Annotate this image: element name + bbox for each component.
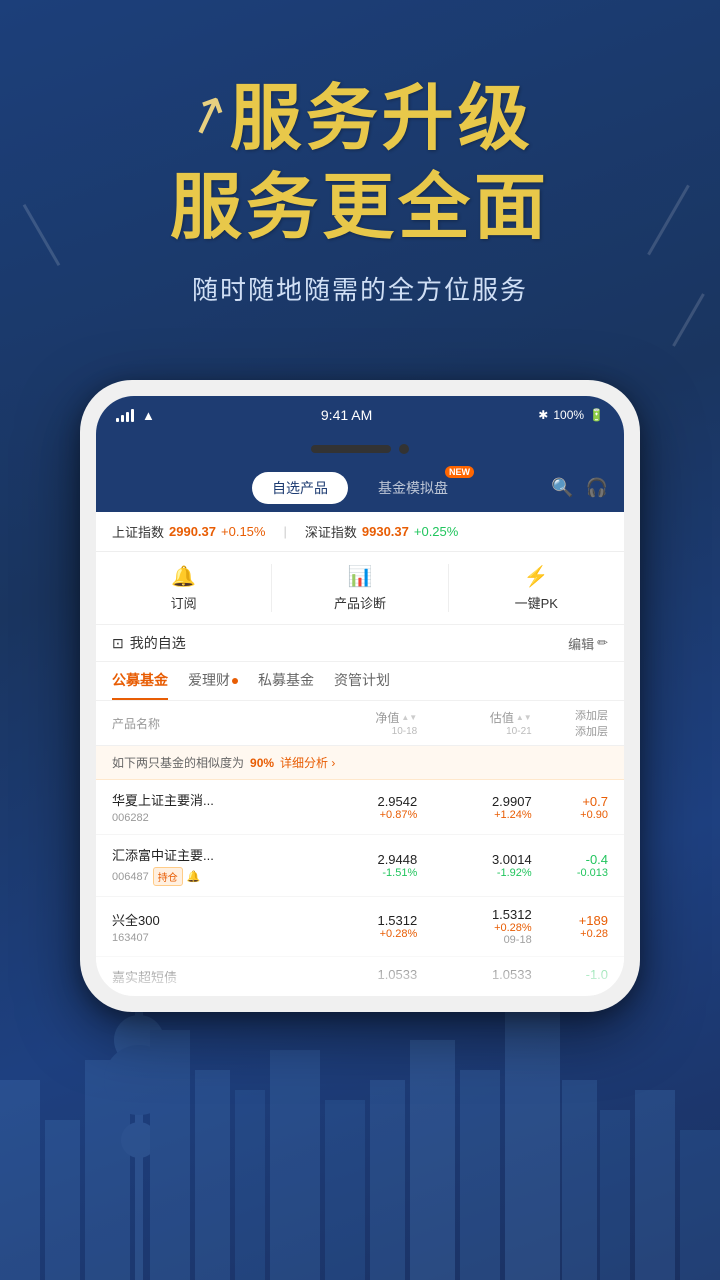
phone-mockup: ▲ 9:41 AM ✱ 100% 🔋 自选产品 基 [80,380,640,1012]
new-badge: NEW [445,466,474,478]
battery-text: 100% [553,408,584,422]
headline-line1: 服务升级 [230,80,534,159]
fund-row-1[interactable]: 华夏上证主要消... 006282 2.9542 +0.87% 2.9907 +… [96,780,624,835]
edit-button[interactable]: 编辑 ✏ [568,634,608,653]
tab-public-fund[interactable]: 公募基金 [112,670,168,700]
edit-icon: ✏ [597,635,608,651]
subscribe-icon: 🔔 [171,564,196,589]
signal-bar-1 [116,418,119,422]
market-ticker: 上证指数 2990.37 +0.15% | 深证指数 9930.37 +0.25… [96,512,624,552]
headset-icon[interactable]: 🎧 [586,478,608,499]
table-header: 产品名称 净值 ▲▼ 10-18 估值 ▲▼ 10-21 [96,701,624,746]
fund-nav-1: 2.9542 +0.87% [303,794,417,821]
shenzhen-label: 深证指数 [305,522,357,541]
signal-bar-4 [131,409,134,422]
nav-sort-icon: ▲▼ [401,714,417,722]
status-left: ▲ [116,408,155,423]
fund-add-1: +0.7 +0.90 [532,794,608,821]
fund-info-1: 华夏上证主要消... 006282 [112,790,303,824]
tab-wealth[interactable]: 爱理财 [188,670,238,700]
tab-private-fund[interactable]: 私募基金 [258,670,314,700]
ticker-shenzhen: 深证指数 9930.37 +0.25% [305,522,458,541]
action-subscribe[interactable]: 🔔 订阅 [96,564,272,612]
edit-label: 编辑 [568,634,594,653]
ticker-shanghai: 上证指数 2990.37 +0.15% [112,522,265,541]
pk-icon: ⚡ [524,564,549,589]
ticker-divider: | [283,524,286,539]
similarity-text: 如下两只基金的相似度为 [112,754,244,771]
action-bar: 🔔 订阅 📊 产品诊断 ⚡ 一键PK [96,552,624,625]
wealth-dot [232,678,238,684]
shanghai-change: +0.15% [221,524,265,539]
headline-line2: 服务更全面 [170,165,550,251]
tab-fund-simulator[interactable]: 基金模拟盘 NEW [358,472,468,504]
category-tabs: 公募基金 爱理财 私募基金 资管计划 [96,662,624,701]
col-header-est: 估值 ▲▼ 10-21 [417,709,531,737]
watchlist-icon: ⊡ [112,635,124,652]
analysis-link[interactable]: 详细分析 › [280,754,335,771]
col-header-add: 添加层 添加层 [532,707,608,739]
signal-bar-3 [126,412,129,422]
pk-label: 一键PK [515,593,558,612]
hold-tag: 持仓 [153,867,183,886]
fund-name-2: 汇添富中证主要... [112,845,303,864]
notch-speaker [311,445,391,453]
fund-code-2: 006487 持仓 🔔 [112,867,303,886]
bluetooth-icon: ✱ [538,408,548,422]
status-time: 9:41 AM [321,407,372,423]
header-icons: 🔍 🎧 [551,478,608,499]
signal-bar-2 [121,415,124,422]
wifi-icon: ▲ [142,408,155,423]
fund-code-1: 006282 [112,812,303,824]
watchlist-title-text: 我的自选 [130,633,186,653]
battery-icon: 🔋 [589,408,604,422]
diagnose-label: 产品诊断 [334,593,386,612]
phone-tab-bar: 自选产品 基金模拟盘 NEW 🔍 🎧 [96,464,624,512]
tab-watchlist[interactable]: 自选产品 [252,472,348,504]
bell-tag: 🔔 [187,870,201,883]
fund-add-2: -0.4 -0.013 [532,852,608,879]
similarity-alert: 如下两只基金的相似度为 90% 详细分析 › [96,746,624,780]
phone-notch [96,434,624,464]
est-sort-icon: ▲▼ [516,714,532,722]
diagnose-icon: 📊 [348,564,373,589]
col-header-nav: 净值 ▲▼ 10-18 [303,709,417,737]
shanghai-label: 上证指数 [112,522,164,541]
subscribe-label: 订阅 [171,593,197,612]
search-icon[interactable]: 🔍 [551,478,573,499]
fund-info-2: 汇添富中证主要... 006487 持仓 🔔 [112,845,303,886]
fund-nav-2: 2.9448 -1.51% [303,852,417,879]
watchlist-header: ⊡ 我的自选 编辑 ✏ [96,625,624,662]
similarity-percentage: 90% [250,756,274,770]
fund-name-1: 华夏上证主要消... [112,790,303,809]
action-diagnose[interactable]: 📊 产品诊断 [272,564,448,612]
status-bar: ▲ 9:41 AM ✱ 100% 🔋 [96,396,624,434]
notch-camera [399,444,409,454]
fund-est-1: 2.9907 +1.24% [417,794,531,821]
action-pk[interactable]: ⚡ 一键PK [449,564,624,612]
tab-asset-plan[interactable]: 资管计划 [334,670,390,700]
fund-row-2[interactable]: 汇添富中证主要... 006487 持仓 🔔 2.9448 -1.51% 3.0… [96,835,624,897]
shenzhen-value: 9930.37 [362,524,409,539]
fund-name-3: 兴全300 [112,910,303,929]
shenzhen-change: +0.25% [414,524,458,539]
status-right: ✱ 100% 🔋 [538,408,604,422]
shanghai-value: 2990.37 [169,524,216,539]
phone-fade [96,936,624,996]
subtitle: 随时随地随需的全方位服务 [192,270,528,307]
watchlist-title: ⊡ 我的自选 [112,633,186,653]
signal-bars [116,408,134,422]
fund-est-2: 3.0014 -1.92% [417,852,531,879]
col-header-name: 产品名称 [112,715,303,732]
